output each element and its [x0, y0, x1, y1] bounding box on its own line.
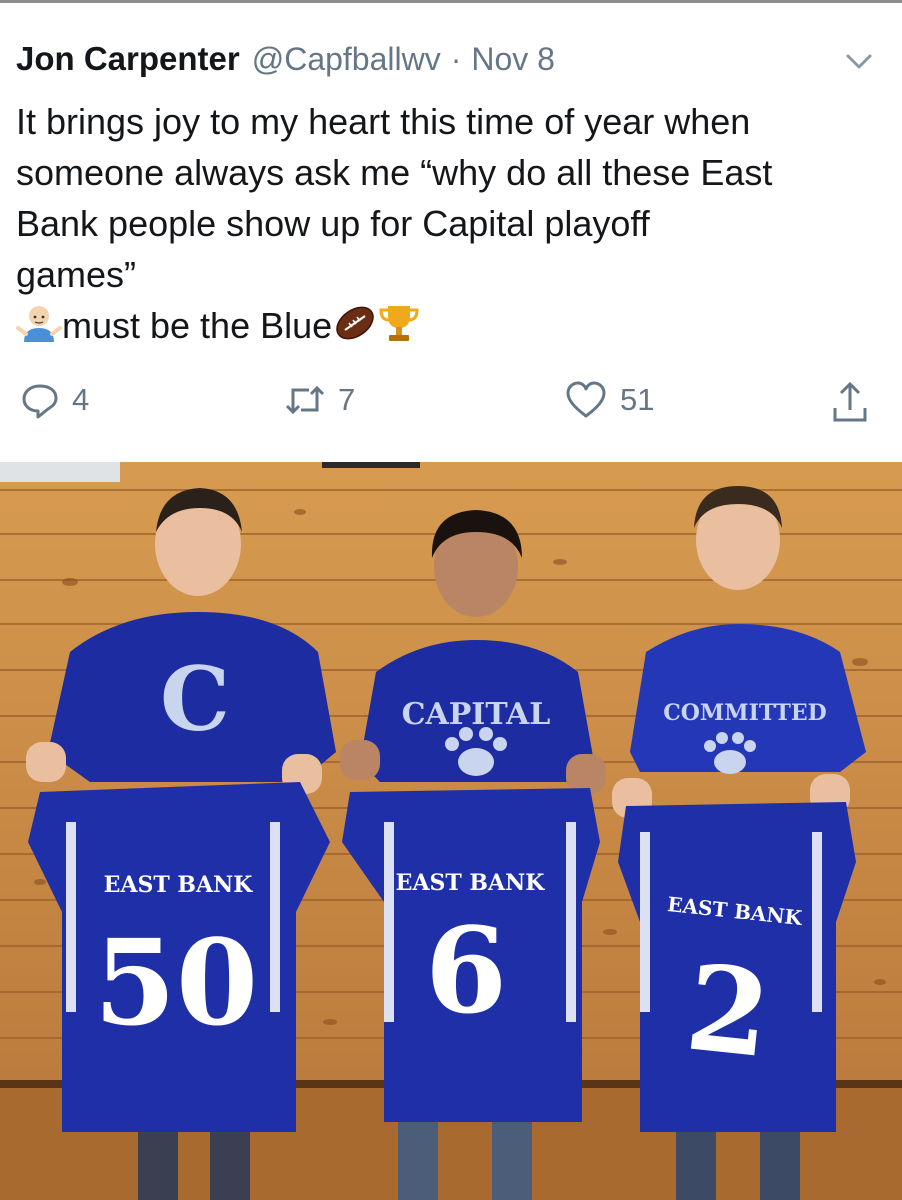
team-photo-image: C EAST BANK 50 CAPITAL EAST BANK 6 COMMI…: [0, 462, 902, 1200]
jersey-team-name: EAST BANK: [104, 872, 254, 898]
separator-dot: ·: [450, 41, 462, 77]
reply-count: 4: [72, 382, 90, 417]
reply-icon: [22, 384, 58, 419]
author-handle[interactable]: @Capfballwv: [252, 41, 441, 78]
tweet-photo[interactable]: C EAST BANK 50 CAPITAL EAST BANK 6 COMMI…: [0, 462, 902, 1200]
retweet-button[interactable]: 7: [284, 380, 355, 420]
tweet-text-line: someone always ask me “why do all these …: [16, 152, 773, 193]
tweet-text-last-line: must be the Blue: [16, 300, 892, 357]
reply-button[interactable]: 4: [20, 380, 89, 420]
tweet-text-line: It brings joy to my heart this time of y…: [16, 101, 751, 142]
jersey-team-name: EAST BANK: [396, 870, 546, 896]
jersey-number: 50: [94, 913, 258, 1052]
share-icon: [833, 381, 867, 422]
trophy-emoji: [378, 302, 420, 357]
retweet-icon: [285, 385, 325, 415]
tweet-text: It brings joy to my heart this time of y…: [16, 96, 892, 357]
chevron-down-icon[interactable]: [842, 50, 876, 72]
tweet-header: Jon Carpenter @Capfballwv · Nov 8: [16, 40, 555, 84]
like-button[interactable]: 51: [564, 380, 654, 420]
tweet-date[interactable]: Nov 8: [471, 41, 555, 78]
tweet-actions: 4 7 51: [0, 374, 902, 430]
tweet-text-line: must be the Blue: [62, 305, 333, 346]
jersey-number: 6: [425, 901, 507, 1040]
american-football-emoji: [332, 302, 378, 357]
shirt-logo: CAPITAL: [402, 697, 551, 732]
shirt-logo: COMMITTED: [663, 700, 826, 726]
like-count: 51: [620, 382, 655, 417]
tweet-text-line: games”: [16, 254, 137, 295]
tweet[interactable]: Jon Carpenter @Capfballwv · Nov 8 It bri…: [0, 0, 902, 462]
tweet-text-line: Bank people show up for Capital playoff: [16, 203, 650, 244]
heart-icon: [566, 381, 606, 418]
share-button[interactable]: [830, 380, 870, 424]
jersey-number: 2: [680, 937, 776, 1084]
retweet-count: 7: [338, 382, 356, 417]
author-name[interactable]: Jon Carpenter: [16, 40, 240, 78]
shirt-logo: C: [160, 647, 230, 751]
man-shrugging-emoji: [16, 302, 62, 357]
